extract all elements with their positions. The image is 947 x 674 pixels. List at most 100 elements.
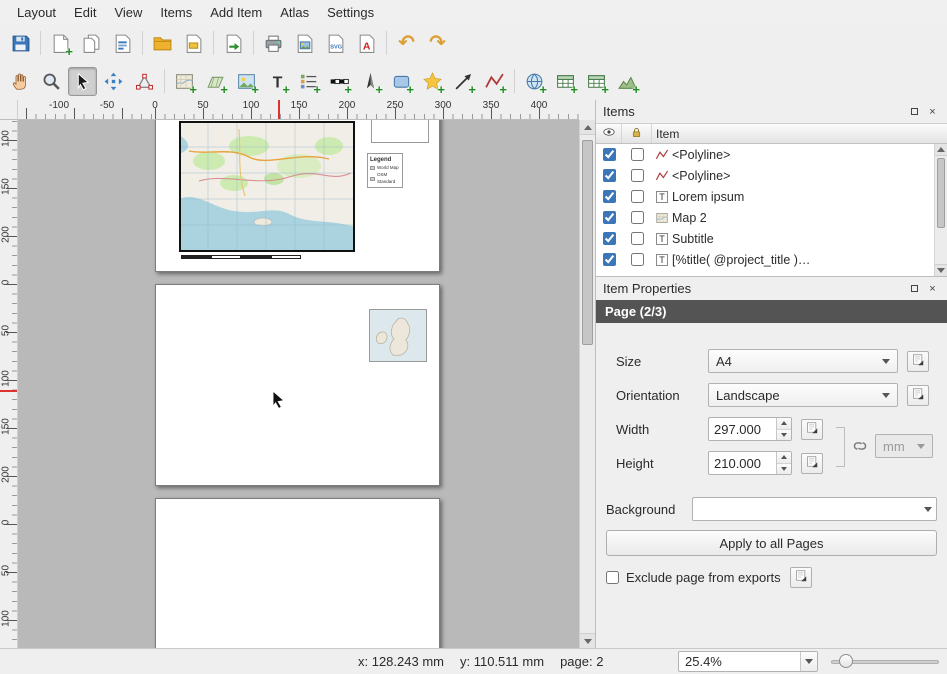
export-image-button[interactable] <box>290 29 319 58</box>
size-combobox[interactable]: A4 <box>708 349 898 373</box>
layout-manager-button[interactable] <box>108 29 137 58</box>
add-picture-button[interactable] <box>232 67 261 96</box>
page-3[interactable] <box>155 498 440 648</box>
lock-checkbox[interactable] <box>631 253 644 266</box>
lock-checkbox[interactable] <box>631 190 644 203</box>
menu-add-item[interactable]: Add Item <box>201 2 271 23</box>
visibility-checkbox[interactable] <box>603 232 616 245</box>
zoom-level-combobox[interactable]: 25.4% <box>678 651 818 672</box>
width-spinbox[interactable]: 297.000 <box>708 417 792 441</box>
print-button[interactable] <box>259 29 288 58</box>
slider-handle[interactable] <box>839 654 853 668</box>
item-row-lorem-ipsum[interactable]: Lorem ipsum <box>596 186 947 207</box>
map2-item[interactable] <box>369 309 427 362</box>
spin-up-icon <box>781 418 787 425</box>
ruler-corner <box>0 100 18 120</box>
visibility-checkbox[interactable] <box>603 211 616 224</box>
item-row-polyline-2[interactable]: <Polyline> <box>596 165 947 186</box>
panel-close-button[interactable]: × <box>925 281 940 296</box>
add-arrow-button[interactable] <box>449 67 478 96</box>
item-row-title-expression[interactable]: [%title( @project_title )… <box>596 249 947 270</box>
add-label-button[interactable] <box>263 67 292 96</box>
legend-item[interactable]: Legend World Map OSM Standard <box>367 153 403 188</box>
pan-tool-button[interactable] <box>6 67 35 96</box>
scrollbar-thumb[interactable] <box>937 158 945 228</box>
edit-nodes-button[interactable] <box>130 67 159 96</box>
item-row-map-2[interactable]: Map 2 <box>596 207 947 228</box>
orientation-data-defined-button[interactable] <box>907 385 929 406</box>
scrollbar-thumb[interactable] <box>582 140 593 345</box>
menu-layout[interactable]: Layout <box>8 2 65 23</box>
add-scalebar-button[interactable] <box>325 67 354 96</box>
orientation-combobox[interactable]: Landscape <box>708 383 898 407</box>
layout-canvas[interactable]: Legend World Map OSM Standard <box>18 120 579 648</box>
select-move-item-button[interactable] <box>68 67 97 96</box>
lock-checkbox[interactable] <box>631 169 644 182</box>
add-shape-button[interactable] <box>387 67 416 96</box>
spin-arrows[interactable] <box>776 452 791 474</box>
lock-checkbox[interactable] <box>631 232 644 245</box>
height-data-defined-button[interactable] <box>801 453 823 474</box>
add-marker-button[interactable] <box>418 67 447 96</box>
item-row-polyline-1[interactable]: <Polyline> <box>596 144 947 165</box>
export-pdf-button[interactable] <box>352 29 381 58</box>
lock-aspect-ratio-icon[interactable] <box>851 437 869 455</box>
page-2[interactable] <box>155 284 440 486</box>
visibility-checkbox[interactable] <box>603 253 616 266</box>
add-node-item-button[interactable] <box>480 67 509 96</box>
page-1[interactable]: Legend World Map OSM Standard <box>155 120 440 272</box>
exclude-page-checkbox[interactable] <box>606 571 619 584</box>
redo-button[interactable]: ↷ <box>423 29 452 58</box>
add-elevation-profile-button[interactable] <box>613 67 642 96</box>
scroll-down-button[interactable] <box>580 633 595 648</box>
item-row-subtitle[interactable]: Subtitle <box>596 228 947 249</box>
duplicate-layout-button[interactable] <box>77 29 106 58</box>
scroll-down-button[interactable] <box>935 264 947 276</box>
menu-edit[interactable]: Edit <box>65 2 105 23</box>
menu-items[interactable]: Items <box>151 2 201 23</box>
lock-checkbox[interactable] <box>631 148 644 161</box>
save-as-template-button[interactable] <box>179 29 208 58</box>
add-html-button[interactable] <box>520 67 549 96</box>
zoom-tool-button[interactable] <box>37 67 66 96</box>
add-legend-button[interactable] <box>294 67 323 96</box>
panel-float-button[interactable] <box>907 281 922 296</box>
zoom-slider[interactable] <box>831 651 939 672</box>
scroll-up-button[interactable] <box>935 144 947 156</box>
spin-arrows[interactable] <box>776 418 791 440</box>
height-spinbox[interactable]: 210.000 <box>708 451 792 475</box>
title-label-item[interactable] <box>371 120 429 143</box>
open-folder-button[interactable] <box>148 29 177 58</box>
visibility-checkbox[interactable] <box>603 190 616 203</box>
exclude-data-defined-button[interactable] <box>790 567 812 588</box>
menu-view[interactable]: View <box>105 2 151 23</box>
move-item-content-button[interactable] <box>99 67 128 96</box>
panel-close-button[interactable]: × <box>925 104 940 119</box>
add-map-button[interactable] <box>170 67 199 96</box>
menu-atlas[interactable]: Atlas <box>271 2 318 23</box>
add-fixed-table-button[interactable] <box>582 67 611 96</box>
add-items-from-template-button[interactable] <box>219 29 248 58</box>
new-layout-button[interactable] <box>46 29 75 58</box>
size-data-defined-button[interactable] <box>907 351 929 372</box>
lock-checkbox[interactable] <box>631 211 644 224</box>
scroll-up-button[interactable] <box>580 120 595 135</box>
panel-float-button[interactable] <box>907 104 922 119</box>
background-color-button[interactable] <box>692 497 937 521</box>
add-attribute-table-button[interactable] <box>551 67 580 96</box>
save-button[interactable] <box>6 29 35 58</box>
apply-to-all-pages-button[interactable]: Apply to all Pages <box>606 530 937 556</box>
menu-settings[interactable]: Settings <box>318 2 383 23</box>
visibility-checkbox[interactable] <box>603 169 616 182</box>
add-3d-map-button[interactable] <box>201 67 230 96</box>
scalebar-item[interactable] <box>181 252 303 261</box>
export-svg-button[interactable] <box>321 29 350 58</box>
zoom-dropdown-button[interactable] <box>800 652 817 671</box>
width-data-defined-button[interactable] <box>801 419 823 440</box>
items-list-scrollbar[interactable] <box>934 144 947 276</box>
visibility-checkbox[interactable] <box>603 148 616 161</box>
map-item-page1[interactable] <box>179 121 355 252</box>
undo-button[interactable]: ↶ <box>392 29 421 58</box>
add-north-arrow-button[interactable] <box>356 67 385 96</box>
canvas-vertical-scrollbar[interactable] <box>579 120 595 648</box>
